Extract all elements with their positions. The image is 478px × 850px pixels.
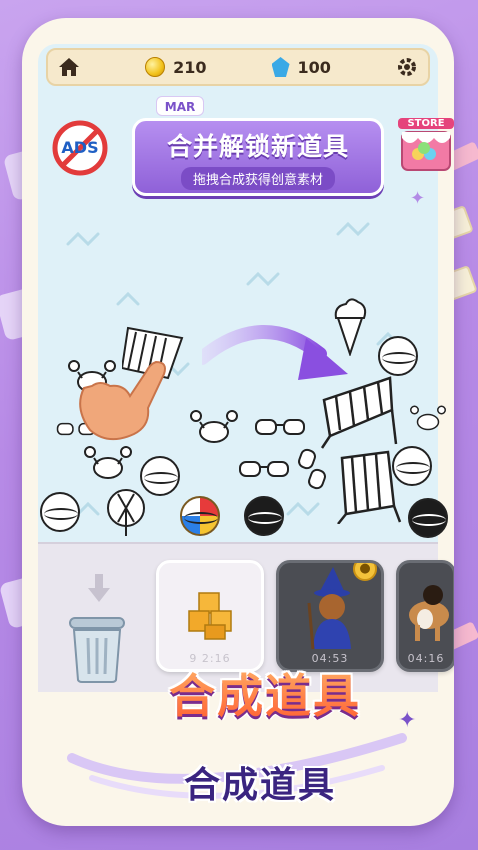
gem-value: 100 [297, 57, 331, 77]
beach-chair-icon[interactable] [332, 448, 402, 528]
beach-ball-color-icon[interactable] [180, 496, 220, 536]
gear-icon[interactable] [396, 56, 418, 78]
trash-can-button[interactable] [68, 614, 126, 684]
tray-slot-dog[interactable]: 04:16 [396, 560, 454, 672]
crab-icon[interactable] [410, 402, 446, 440]
dog-icon [409, 585, 449, 641]
banner-title: 合并解锁新道具 [166, 132, 349, 161]
beach-ball-dark-icon[interactable] [408, 498, 448, 538]
fan-icon[interactable] [104, 488, 148, 542]
drag-arrow-icon [202, 325, 348, 380]
sparkle-icon: ✦ [398, 708, 417, 733]
sparkle-icon: ✦ [410, 188, 426, 209]
no-ads-label: ADS [61, 138, 99, 157]
tray-slot-wizard[interactable]: ● 04:53 [276, 560, 384, 672]
gem-icon [271, 57, 290, 77]
down-arrow-icon [88, 574, 110, 606]
crab-icon[interactable] [190, 408, 238, 452]
headline: 合成道具 [140, 660, 390, 726]
coin-counter: 210 [145, 57, 206, 77]
merge-banner: 合并解锁新道具 拖拽合成获得创意素材 [132, 118, 384, 196]
banner-subtitle: 拖拽合成获得创意素材 [180, 167, 335, 190]
cheese-blocks-icon [188, 592, 232, 640]
store-label: STORE [398, 118, 454, 129]
tray-slot-cheese[interactable]: 9 2:16 [156, 560, 264, 672]
sunglasses-icon[interactable] [238, 458, 290, 484]
sunglasses-icon[interactable] [254, 416, 306, 442]
store-button[interactable]: STORE [398, 118, 454, 174]
gem-counter: 100 [271, 57, 331, 77]
slot-timer: 04:16 [407, 652, 445, 665]
no-ads-button[interactable]: ADS [52, 120, 108, 176]
beach-ball-icon[interactable] [392, 446, 432, 486]
phone-frame: 210 100 ADS STORE 合并解锁新道具 拖拽合成获得创意素材 MAR… [22, 18, 454, 826]
sunglasses-icon[interactable] [296, 448, 330, 496]
coin-icon [145, 57, 166, 77]
coin-value: 210 [173, 57, 207, 77]
beach-ball-dark-icon[interactable] [244, 496, 284, 536]
beach-ball-icon[interactable] [40, 492, 80, 532]
subheadline: 合成道具 [183, 765, 336, 806]
banner-tag: MAR [156, 96, 204, 116]
pointing-hand-icon [64, 348, 174, 452]
top-bar: 210 100 [46, 48, 430, 86]
home-icon[interactable] [58, 57, 80, 77]
